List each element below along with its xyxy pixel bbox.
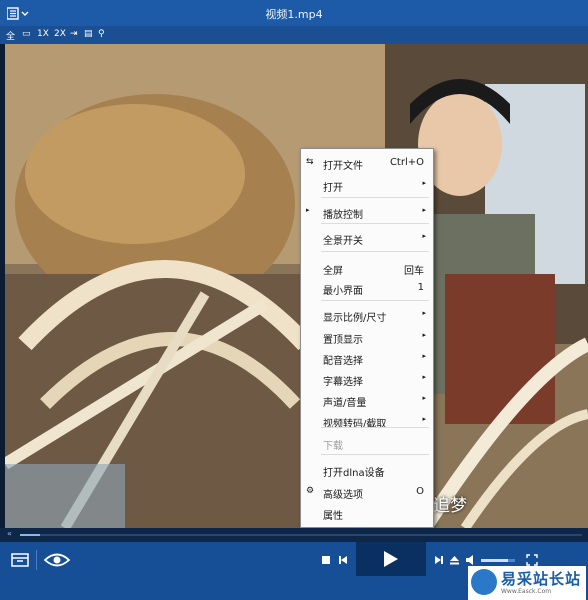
menu-separator	[321, 300, 429, 301]
submenu-arrow-icon: ▸	[422, 394, 426, 402]
menu-item-label: 高级选项	[323, 490, 363, 501]
menu-item-label: 打开文件	[323, 161, 363, 172]
menu-item-label: 打开	[323, 183, 343, 194]
menu-item-playback-control[interactable]: 播放控制 ▸ ▸	[301, 203, 433, 221]
menu-item-label: 声道/音量	[323, 398, 367, 409]
menu-separator	[321, 251, 429, 252]
menu-item-open[interactable]: 打开 ▸	[301, 176, 433, 194]
menu-separator	[321, 454, 429, 455]
menu-item-shortcut: 1	[417, 282, 424, 293]
menu-item-download: 下载	[301, 434, 433, 452]
menu-item-always-on-top[interactable]: 置顶显示 ▸	[301, 328, 433, 346]
submenu-arrow-icon: ▸	[422, 352, 426, 360]
menu-item-panorama-toggle[interactable]: 全景开关 ▸	[301, 229, 433, 247]
seek-bar[interactable]: «	[0, 528, 588, 542]
play-small-icon: ▸	[306, 206, 310, 214]
menu-item-fullscreen[interactable]: 全屏 回车	[301, 259, 433, 277]
menu-item-subtitle-select[interactable]: 字幕选择 ▸	[301, 370, 433, 388]
title-bar: 视频1.mp4	[0, 0, 588, 26]
divider	[36, 550, 37, 570]
menu-item-label: 全景开关	[323, 236, 363, 247]
video-image	[5, 44, 588, 528]
menu-item-label: 置顶显示	[323, 335, 363, 346]
menu-item-shortcut: 回车	[404, 266, 424, 277]
menu-item-channel-volume[interactable]: 声道/音量 ▸	[301, 391, 433, 409]
stop-icon[interactable]	[321, 555, 331, 565]
subtitle-text: 追梦	[433, 496, 467, 516]
menu-item-shortcut: Ctrl+O	[389, 157, 424, 168]
fullscreen-icon[interactable]	[526, 554, 538, 566]
menu-separator	[321, 223, 429, 224]
top-toolbar: 全 ▭ 1X 2X ⇥ ▤ ⚲	[0, 26, 588, 44]
seek-progress	[20, 534, 40, 536]
submenu-arrow-icon: ▸	[422, 232, 426, 240]
menu-item-properties[interactable]: 属性	[301, 504, 433, 522]
submenu-arrow-icon: ▸	[422, 206, 426, 214]
eye-icon[interactable]	[44, 552, 70, 568]
window-title: 视频1.mp4	[265, 8, 323, 21]
menu-item-label: 播放控制	[323, 210, 363, 221]
fullscreen-toggle-button[interactable]: 全	[6, 29, 15, 42]
submenu-arrow-icon: ▸	[422, 373, 426, 381]
menu-item-open-dlna-device[interactable]: 打开dlna设备	[301, 461, 433, 479]
menu-item-label: 下载	[323, 441, 343, 452]
playlist-button[interactable]: ▤	[84, 29, 93, 39]
menu-item-aspect-ratio[interactable]: 显示比例/尺寸 ▸	[301, 306, 433, 324]
window-mode-button[interactable]: ▭	[22, 29, 31, 39]
menu-item-open-file[interactable]: 打开文件 Ctrl+O ⇆	[301, 154, 433, 172]
play-icon[interactable]	[383, 550, 399, 568]
playlist-box-icon[interactable]	[11, 553, 29, 567]
menu-item-label: 显示比例/尺寸	[323, 313, 387, 324]
eject-icon[interactable]	[449, 555, 460, 565]
watermark-logo-icon	[471, 569, 497, 595]
menu-item-label: 字幕选择	[323, 377, 363, 388]
watermark-url: Www.Easck.Com	[501, 588, 552, 595]
video-frame[interactable]: 追梦	[5, 44, 588, 528]
scale-1x-button[interactable]: 1X	[37, 29, 49, 39]
next-icon[interactable]	[434, 555, 444, 565]
scale-2x-button[interactable]: 2X	[54, 29, 66, 39]
watermark: 易采站长站 Www.Easck.Com	[468, 566, 586, 600]
previous-icon[interactable]	[338, 555, 348, 565]
volume-level	[481, 559, 509, 562]
submenu-arrow-icon: ▸	[422, 415, 426, 423]
menu-item-label: 最小界面	[323, 286, 363, 297]
play-button-area	[356, 542, 426, 576]
menu-separator	[321, 197, 429, 198]
volume-icon[interactable]	[465, 554, 477, 566]
rewind-small-icon[interactable]: «	[7, 529, 12, 538]
menu-item-advanced-options[interactable]: 高级选项 O ⚙	[301, 483, 433, 501]
context-menu: 打开文件 Ctrl+O ⇆ 打开 ▸ 播放控制 ▸ ▸ 全景开关 ▸ 全屏 回车最小界面 1 显示比例/尺…	[300, 148, 434, 528]
menu-separator	[321, 427, 429, 428]
fit-screen-button[interactable]: ⇥	[70, 29, 78, 39]
menu-item-label: 打开dlna设备	[323, 468, 385, 479]
submenu-arrow-icon: ▸	[422, 331, 426, 339]
gear-icon: ⚙	[306, 486, 315, 496]
settings-pin-button[interactable]: ⚲	[98, 29, 105, 39]
menu-item-label: 属性	[323, 511, 343, 522]
submenu-arrow-icon: ▸	[422, 309, 426, 317]
submenu-arrow-icon: ▸	[422, 179, 426, 187]
open-file-icon: ⇆	[306, 157, 314, 167]
menu-item-audio-track[interactable]: 配音选择 ▸	[301, 349, 433, 367]
watermark-brand: 易采站长站	[501, 570, 582, 588]
menu-item-mini-interface[interactable]: 最小界面 1	[301, 279, 433, 297]
menu-item-label: 全屏	[323, 266, 343, 277]
menu-item-label: 配音选择	[323, 356, 363, 367]
menu-item-shortcut: O	[416, 486, 424, 497]
volume-slider[interactable]	[481, 559, 515, 562]
seek-track[interactable]	[20, 534, 582, 536]
